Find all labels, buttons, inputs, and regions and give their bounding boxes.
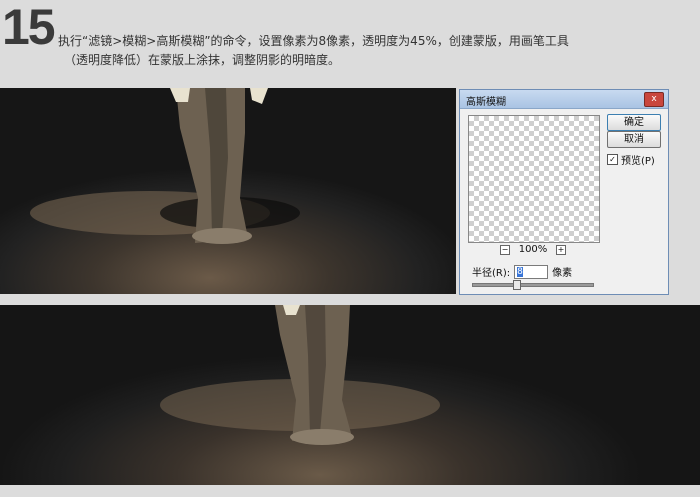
preview-label: 预览(P) xyxy=(621,156,655,167)
before-photo xyxy=(0,88,456,294)
instruction-line-2: （透明度降低）在蒙版上涂抹，调整阴影的明暗度。 xyxy=(64,53,341,67)
radius-slider[interactable] xyxy=(472,280,594,290)
after-photo xyxy=(0,305,700,485)
zoom-controls: − 100% + xyxy=(500,244,566,255)
gaussian-blur-dialog: 高斯模糊 x 确定 取消 ✓ 预览(P) − 100% + 半径(R): 8 像… xyxy=(459,89,669,295)
elephant-legs-result-image xyxy=(160,305,440,445)
radius-slider-thumb[interactable] xyxy=(512,280,521,290)
zoom-out-button[interactable]: − xyxy=(500,244,510,255)
elephant-legs-image xyxy=(30,88,300,244)
zoom-in-button[interactable]: + xyxy=(556,244,566,255)
blur-preview-pane[interactable] xyxy=(468,115,600,243)
preview-checkbox[interactable]: ✓ xyxy=(607,154,618,165)
bottom-strip xyxy=(0,486,700,497)
dialog-titlebar[interactable]: 高斯模糊 x xyxy=(460,90,668,109)
close-icon[interactable]: x xyxy=(644,92,664,107)
cancel-button[interactable]: 取消 xyxy=(607,131,661,148)
ok-button[interactable]: 确定 xyxy=(607,114,661,131)
dialog-title: 高斯模糊 xyxy=(466,97,506,108)
preview-checkbox-row[interactable]: ✓ 预览(P) xyxy=(607,152,655,167)
instruction-line-1: 执行“滤镜>模糊>高斯模糊”的命令，设置像素为8像素，透明度为45%，创建蒙版，… xyxy=(58,34,569,48)
instruction-text: 执行“滤镜>模糊>高斯模糊”的命令，设置像素为8像素，透明度为45%，创建蒙版，… xyxy=(58,32,688,70)
zoom-level: 100% xyxy=(518,244,548,255)
radius-value: 8 xyxy=(517,266,523,277)
radius-unit: 像素 xyxy=(552,268,573,279)
radius-input[interactable]: 8 xyxy=(514,264,549,279)
step-number: 15 xyxy=(2,0,56,55)
radius-row: 半径(R): 8 像素 xyxy=(472,264,572,279)
radius-label: 半径(R): xyxy=(472,268,511,279)
